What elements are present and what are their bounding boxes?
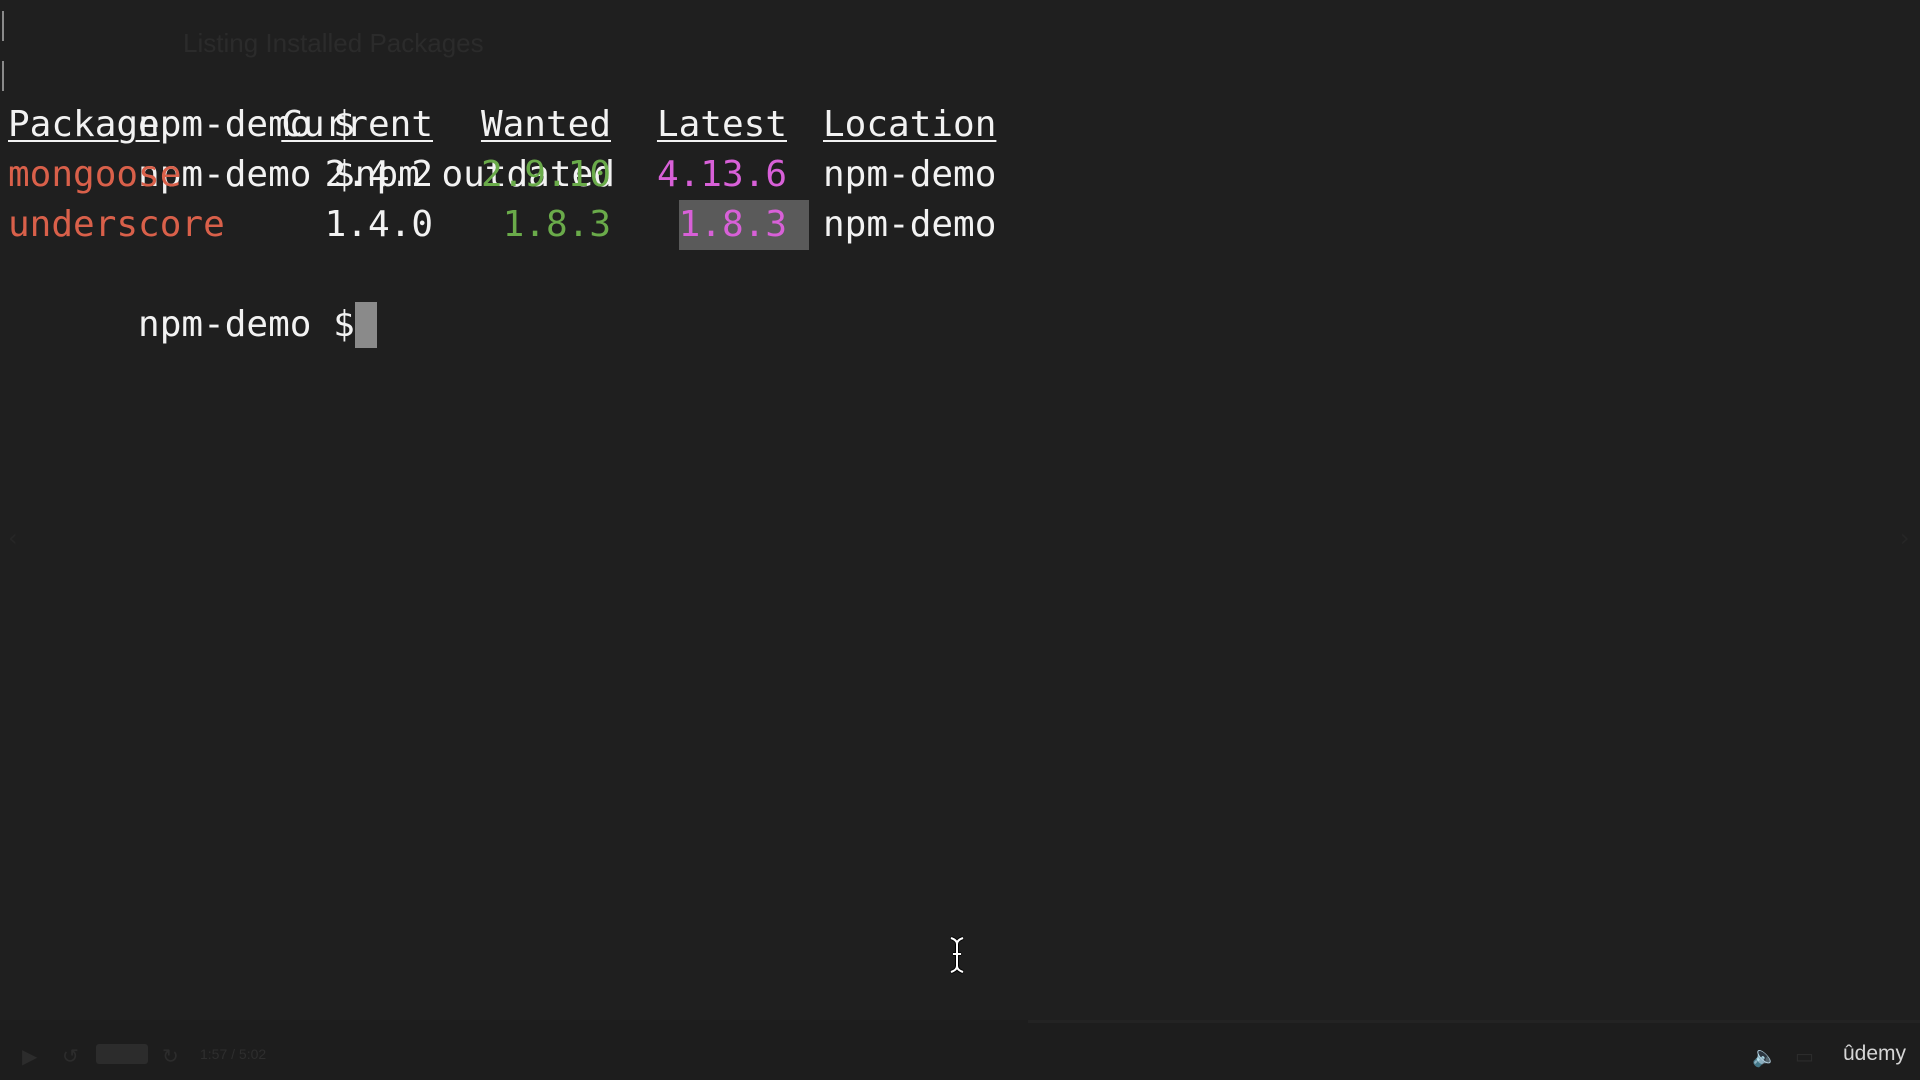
- volume-icon[interactable]: 🔈: [1752, 1044, 1777, 1068]
- table-row: mongoose 2.4.2 2.9.10 4.13.6 npm-demo: [8, 150, 1908, 200]
- next-arrow-icon[interactable]: ›: [1900, 524, 1910, 552]
- video-player-controls: [0, 1020, 1920, 1080]
- prompt-line-final[interactable]: npm-demo $: [8, 250, 1908, 348]
- wanted-version: 2.9.10: [480, 154, 611, 195]
- text-cursor-icon: [950, 936, 964, 974]
- play-icon[interactable]: ▶: [22, 1044, 37, 1068]
- terminal-output[interactable]: npm-demo $ npm-demo $npm outdated Packag…: [2, 0, 1908, 348]
- prompt-text: npm-demo $: [138, 304, 355, 345]
- package-location: npm-demo: [823, 204, 997, 245]
- command-line: npm-demo $npm outdated: [2, 50, 1908, 195]
- captions-icon[interactable]: ▭: [1795, 1044, 1814, 1068]
- header-location: Location: [823, 104, 997, 145]
- prompt-line-1: npm-demo $: [2, 0, 1908, 145]
- header-package: Package: [8, 104, 160, 145]
- latest-version: 4.13.6: [656, 154, 787, 195]
- latest-version-selection[interactable]: 1.8.3: [645, 200, 809, 250]
- playback-rate-button[interactable]: [96, 1044, 148, 1064]
- wanted-version: 1.8.3: [502, 204, 611, 245]
- terminal-window[interactable]: Listing Installed Packages npm-demo $ np…: [0, 0, 1920, 1080]
- package-name: underscore: [8, 204, 225, 245]
- table-header-row: Package Current Wanted Latest Location: [8, 100, 1908, 150]
- forward-icon[interactable]: ↻: [162, 1044, 179, 1068]
- current-version: 1.4.0: [324, 204, 433, 245]
- latest-version: 1.8.3: [678, 200, 809, 250]
- header-current: Current: [281, 104, 433, 145]
- line-marker: [2, 11, 4, 41]
- previous-arrow-icon[interactable]: ‹: [8, 524, 18, 552]
- header-wanted: Wanted: [480, 104, 611, 145]
- block-cursor: [354, 302, 377, 348]
- udemy-logo: ûdemy: [1843, 1042, 1907, 1065]
- package-name: mongoose: [8, 154, 182, 195]
- time-display: 1:57 / 5:02: [200, 1046, 267, 1062]
- line-marker: [2, 61, 4, 91]
- current-version: 2.4.2: [324, 154, 433, 195]
- rewind-icon[interactable]: ↺: [62, 1044, 79, 1068]
- package-location: npm-demo: [823, 154, 997, 195]
- progress-track[interactable]: [1028, 1020, 1920, 1023]
- header-latest: Latest: [656, 104, 787, 145]
- table-row: underscore 1.4.0 1.8.3 1.8.3 npm-demo: [8, 200, 1908, 250]
